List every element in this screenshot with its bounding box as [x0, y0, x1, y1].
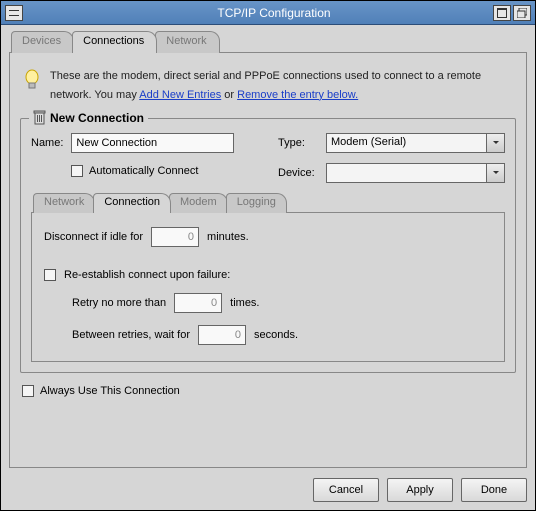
inner-tab-connection[interactable]: Connection	[93, 193, 171, 213]
wait-prefix: Between retries, wait for	[72, 329, 190, 341]
window-title: TCP/IP Configuration	[217, 6, 330, 20]
title-controls	[493, 5, 531, 21]
button-row: Cancel Apply Done	[9, 468, 527, 502]
chevron-updown-icon	[492, 169, 500, 177]
tab-devices[interactable]: Devices	[11, 31, 74, 53]
device-value	[326, 163, 487, 183]
titlebar: TCP/IP Configuration	[1, 1, 535, 25]
name-input[interactable]	[71, 133, 234, 153]
retry-prefix: Retry no more than	[72, 297, 166, 309]
info-row: These are the modem, direct serial and P…	[20, 63, 516, 114]
inner-tab-network[interactable]: Network	[33, 193, 95, 213]
device-dropdown[interactable]	[326, 163, 505, 183]
always-use-row: Always Use This Connection	[20, 385, 516, 397]
apply-button[interactable]: Apply	[387, 478, 453, 502]
retry-row: Retry no more than times.	[72, 293, 492, 313]
name-row: Name:	[31, 133, 258, 153]
main-tabrow: Devices Connections Network	[9, 31, 527, 53]
window-menu-button[interactable]	[5, 5, 23, 21]
info-text: These are the modem, direct serial and P…	[50, 67, 510, 104]
reestablish-checkbox[interactable]	[44, 269, 56, 281]
wait-row: Between retries, wait for seconds.	[72, 325, 492, 345]
inner-tabrow: Network Connection Modem Logging	[31, 193, 505, 213]
retry-suffix: times.	[230, 297, 259, 309]
name-label: Name:	[31, 137, 63, 149]
idle-minutes-input[interactable]	[151, 227, 199, 247]
type-grid: Type: Modem (Serial) Device:	[278, 133, 505, 183]
form-columns: Name: Automatically Connect Type: Mod	[31, 133, 505, 183]
stack-icon	[517, 8, 527, 18]
idle-row: Disconnect if idle for minutes.	[44, 227, 492, 247]
stack-button[interactable]	[513, 5, 531, 21]
chevron-updown-icon	[492, 139, 500, 147]
auto-connect-label: Automatically Connect	[89, 165, 198, 177]
tab-connections[interactable]: Connections	[72, 31, 157, 53]
always-use-checkbox[interactable]	[22, 385, 34, 397]
reestablish-row: Re-establish connect upon failure:	[44, 269, 492, 281]
title-left	[5, 5, 55, 21]
wait-seconds-input[interactable]	[198, 325, 246, 345]
done-button[interactable]: Done	[461, 478, 527, 502]
inner-tab-logging[interactable]: Logging	[226, 193, 287, 213]
reestablish-label: Re-establish connect upon failure:	[64, 269, 230, 281]
type-label: Type:	[278, 137, 326, 149]
window: TCP/IP Configuration Devices Connections…	[0, 0, 536, 511]
lightbulb-icon	[24, 69, 40, 91]
group-title-text: New Connection	[50, 111, 144, 125]
trash-icon[interactable]	[33, 110, 46, 125]
type-dropdown-button[interactable]	[487, 133, 505, 153]
tab-network[interactable]: Network	[155, 31, 219, 53]
type-value: Modem (Serial)	[326, 133, 487, 153]
info-mid: or	[224, 89, 237, 101]
remove-entry-link[interactable]: Remove the entry below.	[237, 89, 358, 101]
always-use-label: Always Use This Connection	[40, 385, 180, 397]
form-col-left: Name: Automatically Connect	[31, 133, 258, 183]
maximize-icon	[497, 8, 507, 18]
new-connection-group: New Connection Name: Automatically Conne…	[20, 118, 516, 373]
content: Devices Connections Network These are th…	[1, 25, 535, 510]
connections-panel: These are the modem, direct serial and P…	[9, 52, 527, 468]
retry-times-input[interactable]	[174, 293, 222, 313]
device-dropdown-button[interactable]	[487, 163, 505, 183]
connection-subpanel: Disconnect if idle for minutes. Re-estab…	[31, 212, 505, 362]
idle-suffix: minutes.	[207, 231, 249, 243]
window-menu-icon	[9, 9, 19, 17]
maximize-button[interactable]	[493, 5, 511, 21]
auto-connect-checkbox[interactable]	[71, 165, 83, 177]
auto-connect-row: Automatically Connect	[71, 165, 258, 177]
device-label: Device:	[278, 167, 326, 179]
type-dropdown[interactable]: Modem (Serial)	[326, 133, 505, 153]
form-col-right: Type: Modem (Serial) Device:	[278, 133, 505, 183]
inner-tab-modem[interactable]: Modem	[169, 193, 228, 213]
group-title: New Connection	[29, 110, 148, 125]
idle-prefix: Disconnect if idle for	[44, 231, 143, 243]
cancel-button[interactable]: Cancel	[313, 478, 379, 502]
wait-suffix: seconds.	[254, 329, 298, 341]
add-entries-link[interactable]: Add New Entries	[139, 89, 221, 101]
